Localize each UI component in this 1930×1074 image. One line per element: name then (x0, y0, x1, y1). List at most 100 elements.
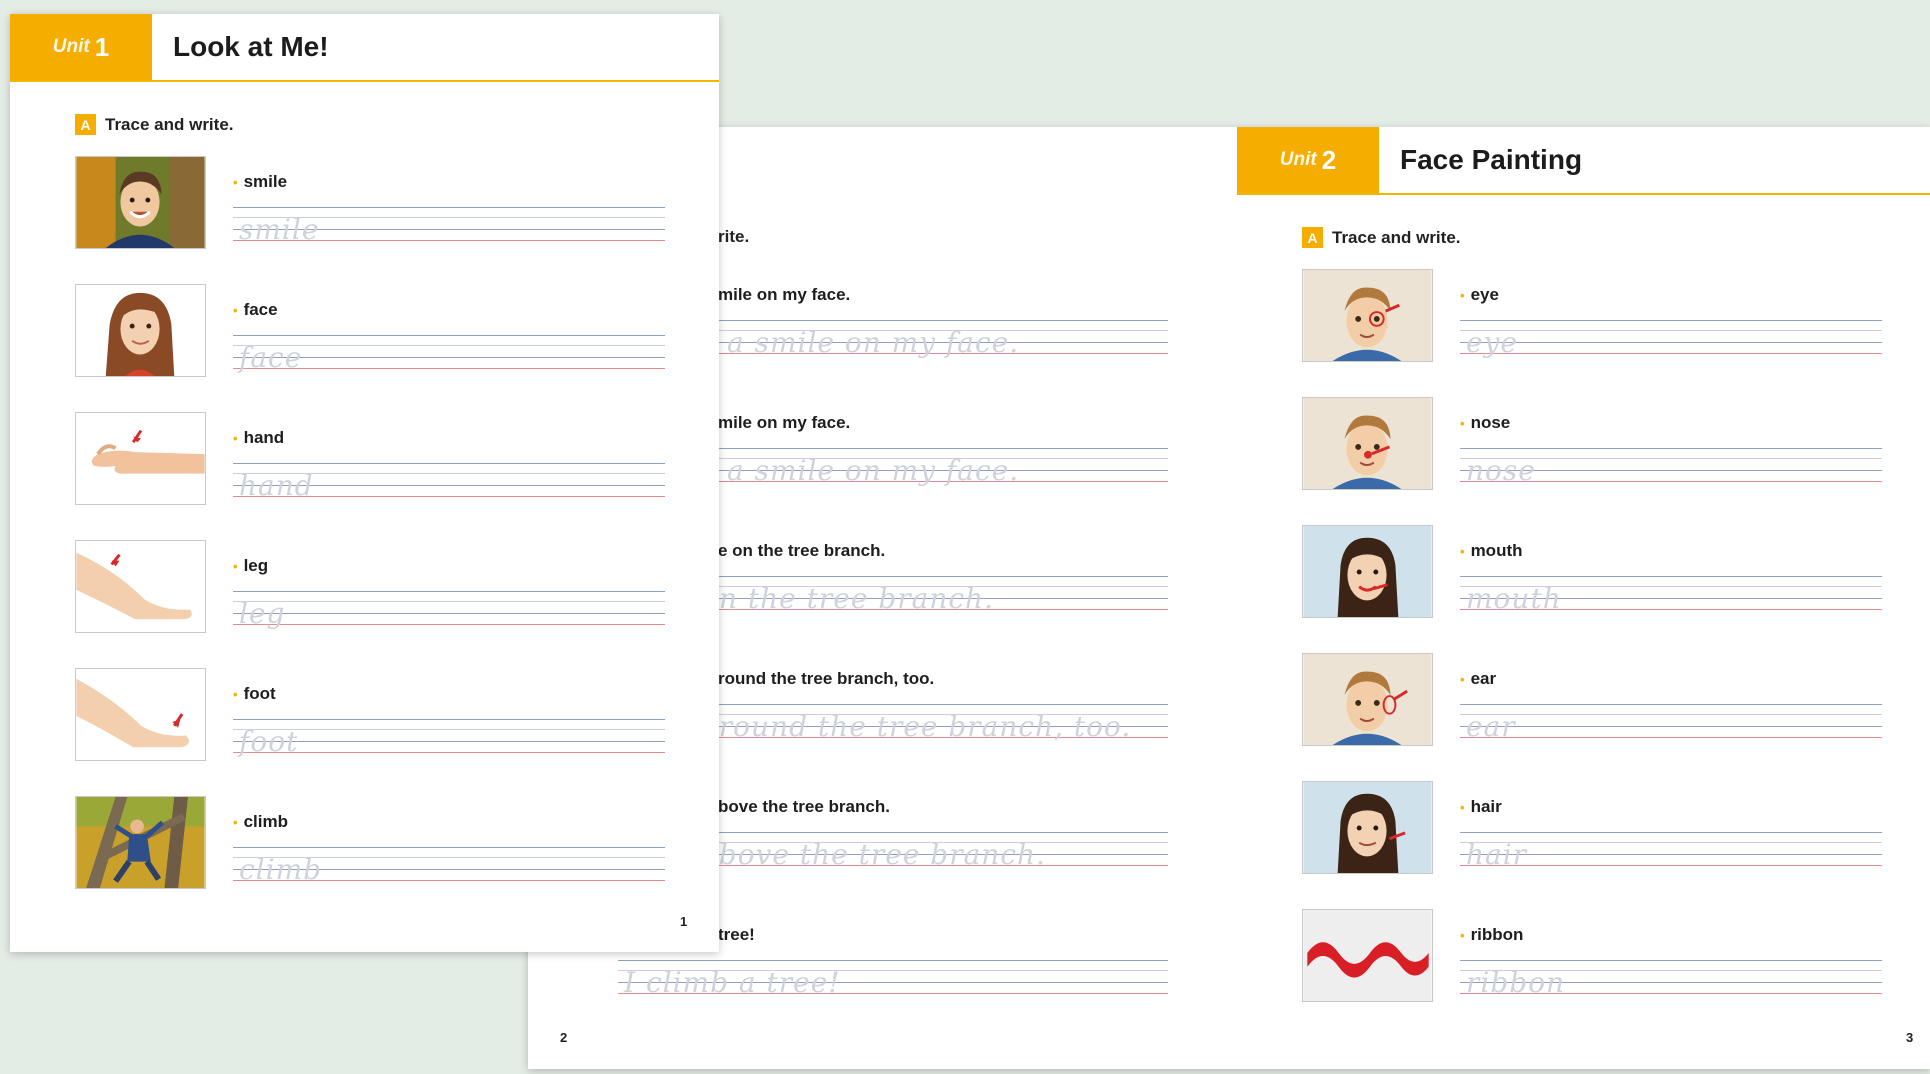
trace-lines[interactable]: hand (233, 463, 665, 502)
unit-number: 2 (1321, 144, 1337, 175)
trace-text: I climb a tree! (624, 966, 841, 999)
trace-lines[interactable]: smile (233, 207, 665, 246)
page-number-3: 3 (1906, 1030, 1914, 1045)
trace-text: mouth (1466, 582, 1562, 615)
list-item-hand: • hand hand (75, 412, 665, 512)
sentence-text: mile on my face. (718, 413, 851, 432)
word-label: • ear (1460, 669, 1497, 688)
page-number-1: 1 (680, 914, 688, 929)
red-ribbon-icon (1302, 909, 1433, 1002)
word-label: • ribbon (1460, 925, 1524, 944)
list-item-mouth: • mouth mouth (1302, 525, 1882, 625)
unit2-header: Unit 2 Face Painting (1237, 127, 1930, 195)
trace-text: smile (239, 213, 320, 246)
girl-face-painted-hair-icon (1302, 781, 1433, 874)
list-item-face: • face face (75, 284, 665, 384)
boy-face-painted-ear-icon (1302, 653, 1433, 746)
page3-instruction-text: Trace and write. (1332, 227, 1461, 247)
word-text: ribbon (1470, 925, 1524, 944)
sentence-text: e on the tree branch. (718, 541, 886, 560)
word-label: • eye (1460, 285, 1499, 304)
trace-lines[interactable]: eye (1460, 320, 1882, 359)
list-item-foot: • foot foot (75, 668, 665, 768)
word-label: • hand (233, 428, 285, 447)
word-label: • hair (1460, 797, 1502, 816)
trace-lines[interactable]: ear (1460, 704, 1882, 743)
word-text: eye (1470, 285, 1499, 304)
unit-word: Unit (1279, 149, 1317, 170)
trace-text: leg (239, 597, 286, 630)
page1-instruction: A Trace and write. (75, 114, 234, 135)
list-item-ribbon: • ribbon ribbon (1302, 909, 1882, 1009)
trace-text: hair (1466, 838, 1528, 871)
word-text: face (243, 300, 278, 319)
page2-instruction-text: rite. (718, 227, 750, 246)
list-item-smile: • smile smile (75, 156, 665, 256)
list-item-climb: • climb climb (75, 796, 665, 896)
list-item-ear: • ear ear (1302, 653, 1882, 753)
boy-climbing-tree-photo-icon (75, 796, 206, 889)
unit-word: Unit (52, 36, 90, 57)
worksheet-spread-pages-2-3: rite. mile on my face. I have a smile on … (528, 127, 1930, 1069)
list-item-eye: • eye eye (1302, 269, 1882, 369)
sentence-text: tree! (718, 925, 755, 944)
worksheet-page-1: Unit 1 Look at Me! A Trace and write. • s… (10, 14, 719, 952)
sentence-text: bove the tree branch. (718, 797, 890, 816)
trace-text: eye (1466, 326, 1518, 359)
trace-text: face (239, 341, 303, 374)
trace-text: nose (1466, 454, 1536, 487)
girl-face-photo-icon (75, 284, 206, 377)
section-a-badge: A (75, 114, 96, 135)
trace-lines[interactable]: leg (233, 591, 665, 630)
trace-lines[interactable]: face (233, 335, 665, 374)
word-label: • smile (233, 172, 288, 191)
unit1-header: Unit 1 Look at Me! (10, 14, 719, 82)
smiling-boy-photo-icon (75, 156, 206, 249)
word-label: • climb (233, 812, 288, 831)
word-text: hair (1470, 797, 1502, 816)
word-text: hand (243, 428, 285, 447)
word-label: • face (233, 300, 278, 319)
trace-lines[interactable]: foot (233, 719, 665, 758)
trace-text: foot (239, 725, 299, 758)
trace-text: ear (1466, 710, 1516, 743)
hand-photo-icon (75, 412, 206, 505)
unit2-title: Face Painting (1400, 144, 1583, 175)
page3-instruction: A Trace and write. (1302, 227, 1461, 248)
trace-text: climb (239, 853, 323, 886)
word-text: nose (1470, 413, 1511, 432)
trace-lines[interactable]: nose (1460, 448, 1882, 487)
leg-photo-icon (75, 540, 206, 633)
word-text: ear (1470, 669, 1497, 688)
word-label: • mouth (1460, 541, 1523, 560)
boy-face-painted-eye-icon (1302, 269, 1433, 362)
page1-instruction-text: Trace and write. (105, 114, 234, 134)
section-a-badge: A (1302, 227, 1323, 248)
trace-lines[interactable]: mouth (1460, 576, 1882, 615)
word-label: • leg (233, 556, 269, 575)
trace-text: hand (239, 469, 314, 502)
list-item-leg: • leg leg (75, 540, 665, 640)
foot-photo-icon (75, 668, 206, 761)
trace-lines[interactable]: climb (233, 847, 665, 886)
list-item-nose: • nose nose (1302, 397, 1882, 497)
girl-face-painted-mouth-icon (1302, 525, 1433, 618)
word-text: smile (243, 172, 288, 191)
word-label: • foot (233, 684, 276, 703)
trace-lines[interactable]: hair (1460, 832, 1882, 871)
page-number-2: 2 (560, 1030, 568, 1045)
trace-lines[interactable]: I climb a tree! (618, 960, 1168, 999)
unit-number: 1 (94, 31, 110, 62)
boy-face-painted-nose-icon (1302, 397, 1433, 490)
word-text: leg (243, 556, 269, 575)
word-label: • nose (1460, 413, 1511, 432)
unit1-title: Look at Me! (173, 31, 329, 62)
unit2-tab: Unit 2 (1237, 127, 1379, 193)
unit1-tab: Unit 1 (10, 14, 152, 80)
word-text: mouth (1470, 541, 1523, 560)
trace-text: ribbon (1466, 966, 1566, 999)
trace-lines[interactable]: ribbon (1460, 960, 1882, 999)
sentence-text: mile on my face. (718, 285, 851, 304)
word-text: climb (243, 812, 288, 831)
list-item-hair: • hair hair (1302, 781, 1882, 881)
